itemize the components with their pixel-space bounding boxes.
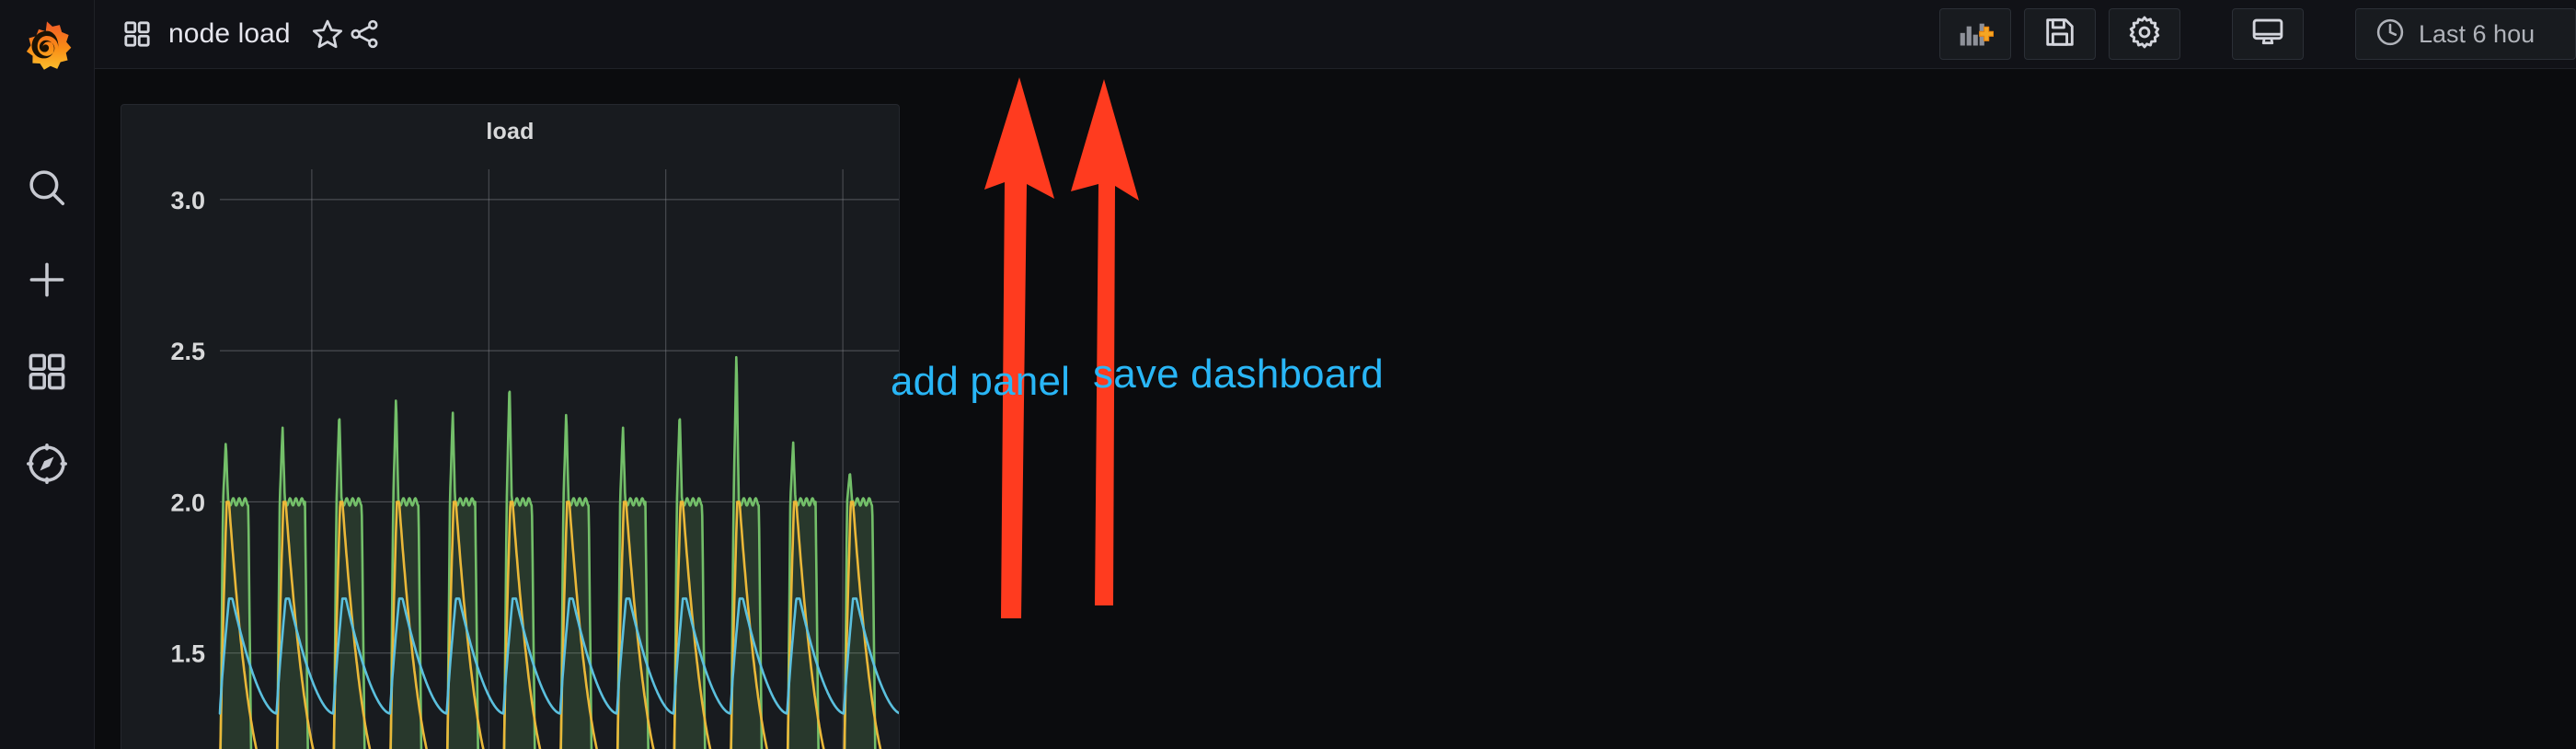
- sidebar-item-create[interactable]: [0, 256, 95, 304]
- grafana-logo-icon[interactable]: [0, 0, 95, 95]
- page-title: node load: [168, 18, 291, 49]
- sidebar-nav: [0, 164, 94, 488]
- add-panel-button[interactable]: [1939, 8, 2011, 60]
- time-range-picker[interactable]: Last 6 hou: [2355, 8, 2576, 60]
- save-dashboard-arrow: [1071, 79, 1139, 605]
- save-dashboard-annotation-label: save dashboard: [1093, 351, 1384, 397]
- dashboard-header: node load Last 6 hou: [95, 0, 2576, 69]
- clock-icon: [2375, 17, 2406, 52]
- header-left-group: node load: [95, 0, 383, 68]
- time-range-value: Last 6 hou: [2419, 19, 2536, 48]
- gear-icon: [2127, 15, 2162, 54]
- add-panel-annotation-label: add panel: [891, 359, 1071, 404]
- plus-icon: [24, 257, 70, 303]
- dashboard-settings-button[interactable]: [2109, 8, 2180, 60]
- svg-text:1.5: 1.5: [170, 640, 205, 668]
- toolbar-divider-2: [2317, 34, 2342, 35]
- header-toolbar: Last 6 hou: [1939, 0, 2576, 68]
- add-panel-icon: [1957, 14, 1995, 55]
- kiosk-mode-button[interactable]: [2232, 8, 2304, 60]
- sidebar-item-dashboards[interactable]: [0, 348, 95, 396]
- load-panel[interactable]: load 3.02.52.01.51.0: [121, 104, 900, 749]
- sidebar-item-search[interactable]: [0, 164, 95, 212]
- star-icon[interactable]: [309, 16, 346, 52]
- share-icon[interactable]: [346, 16, 383, 52]
- search-icon: [24, 165, 70, 211]
- panel-title: load: [486, 119, 535, 144]
- toolbar-divider: [2193, 34, 2219, 35]
- sidebar: [0, 0, 95, 749]
- dashboards-grid-icon: [25, 350, 69, 394]
- sidebar-item-explore[interactable]: [0, 440, 95, 488]
- save-floppy-icon: [2042, 15, 2077, 54]
- plot-area: 3.02.52.01.51.0: [121, 153, 899, 749]
- add-panel-arrow: [984, 77, 1054, 618]
- tv-monitor-icon: [2250, 15, 2285, 54]
- svg-text:3.0: 3.0: [170, 187, 205, 214]
- time-series-graph: 3.02.52.01.51.0: [170, 169, 899, 749]
- svg-text:2.5: 2.5: [170, 338, 205, 365]
- compass-icon: [24, 441, 70, 487]
- svg-text:2.0: 2.0: [170, 489, 205, 516]
- dashboard-grid-icon: [121, 18, 153, 50]
- save-dashboard-button[interactable]: [2024, 8, 2096, 60]
